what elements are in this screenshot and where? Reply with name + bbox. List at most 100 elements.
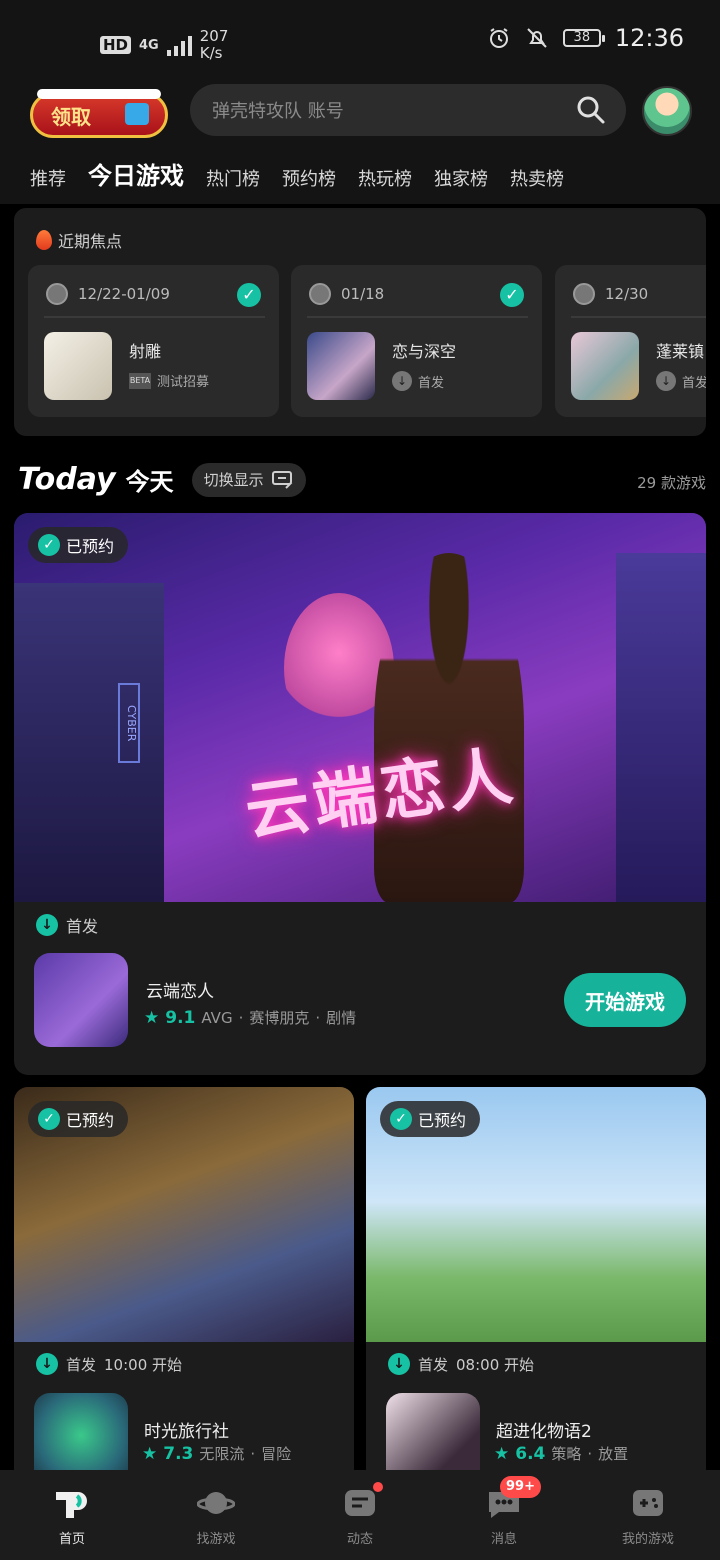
tab-best-seller[interactable]: 热卖榜: [510, 165, 564, 197]
release-label: 首发: [418, 1355, 449, 1374]
header: 领取 弹壳特攻队 账号 推荐 今日游戏 热门榜 预约榜 热玩榜 独家榜 热卖榜: [0, 84, 720, 204]
game-card[interactable]: ✓ 已预约 ↓ 首发 10:00 开始 时光旅行社 ★ 7.3 无限流 · 冒险: [14, 1087, 354, 1487]
reserved-label: 已预约: [66, 1111, 115, 1130]
release-row: ↓ 首发 08:00 开始: [388, 1353, 534, 1375]
search-placeholder: 弹壳特攻队 账号: [212, 101, 344, 122]
search-bar[interactable]: 弹壳特攻队 账号: [190, 84, 626, 136]
check-icon: ✓: [38, 534, 60, 556]
nav-feed[interactable]: 动态: [288, 1470, 432, 1560]
game-count: 29 款游戏: [637, 474, 706, 492]
gamepad-icon: [633, 1490, 663, 1516]
game-card[interactable]: ✓ 已预约 ↓ 首发 08:00 开始 超进化物语2 ★ 6.4 策略 · 放置: [366, 1087, 706, 1487]
divider: [307, 316, 528, 318]
reserved-badge: ✓ 已预约: [28, 1101, 129, 1137]
game-name: 射雕: [129, 342, 162, 361]
notification-dot: [373, 1482, 383, 1492]
mute-bell-icon: [527, 28, 547, 48]
download-icon: ↓: [656, 371, 676, 391]
user-avatar[interactable]: [642, 86, 692, 136]
speed-value: 207: [199, 27, 229, 45]
network-type: 4G: [139, 37, 159, 53]
switch-display-button[interactable]: 切换显示: [191, 462, 306, 497]
star-icon: ★: [144, 1007, 160, 1028]
focus-date: 01/18: [309, 283, 384, 305]
download-icon: ↓: [36, 1353, 58, 1375]
switch-display-label: 切换显示: [203, 471, 264, 489]
game-icon[interactable]: [34, 953, 128, 1047]
focus-title: 近期焦点: [36, 228, 122, 252]
tag-separator: ·: [238, 1008, 244, 1027]
focus-title-text: 近期焦点: [58, 232, 123, 251]
recent-focus-section: 近期焦点 12/22-01/09 ✓ 射雕 BETA 测试招募 01/18 ✓ 恋…: [14, 208, 706, 436]
tab-hot-play[interactable]: 热玩榜: [358, 165, 412, 197]
game-score: 7.3: [163, 1443, 194, 1464]
reserved-label: 已预约: [418, 1111, 467, 1130]
nav-label: 消息: [490, 1532, 517, 1547]
release-row: ↓ 首发 10:00 开始: [36, 1353, 182, 1375]
game-icon: [44, 332, 112, 400]
game-tag: 无限流: [199, 1445, 245, 1463]
star-icon: ★: [494, 1443, 510, 1464]
reserved-label: 已预约: [66, 537, 115, 556]
checked-icon: ✓: [237, 283, 261, 307]
reserved-badge: ✓ 已预约: [380, 1101, 481, 1137]
system-status: 38 12:36: [487, 24, 684, 52]
tag-separator: ·: [250, 1444, 256, 1463]
alarm-icon: [489, 28, 508, 48]
game-tag: ↓ 首发: [392, 371, 444, 391]
check-icon: ✓: [390, 1108, 412, 1130]
game-icon: [307, 332, 375, 400]
building-right: [616, 553, 706, 902]
status-bar: HD 4G 207 K/s 38 12:36: [0, 0, 720, 84]
game-tag: 策略: [551, 1445, 582, 1463]
release-label: 首发: [66, 917, 99, 936]
focus-date-text: 01/18: [341, 285, 385, 303]
tab-today-games[interactable]: 今日游戏: [88, 156, 184, 197]
divider: [44, 316, 265, 318]
network-status: HD 4G 207 K/s: [100, 28, 228, 62]
nav-home[interactable]: 首页: [0, 1470, 144, 1560]
today-title-en: Today: [18, 462, 116, 497]
message-icon: 99+: [485, 1476, 541, 1520]
checked-icon: ✓: [500, 283, 524, 307]
tab-hot[interactable]: 热门榜: [206, 165, 260, 197]
game-meta: ★ 9.1 AVG · 赛博朋克 · 剧情: [144, 1007, 356, 1028]
building-left: [14, 583, 164, 902]
start-game-button[interactable]: 开始游戏: [564, 973, 686, 1027]
nav-messages[interactable]: 99+ 消息: [432, 1470, 576, 1560]
focus-date: 12/30: [573, 283, 648, 305]
tab-recommend[interactable]: 推荐: [30, 165, 66, 197]
nav-label: 动态: [346, 1532, 373, 1547]
switch-icon: [271, 470, 292, 489]
tab-reserve[interactable]: 预约榜: [282, 165, 336, 197]
nav-label: 首页: [58, 1532, 85, 1547]
game-score: 9.1: [165, 1007, 196, 1028]
game-name: 云端恋人: [146, 982, 214, 1002]
fire-icon: [36, 230, 52, 250]
stopwatch-icon: [573, 283, 595, 305]
nav-my-games[interactable]: 我的游戏: [576, 1470, 720, 1560]
speed-unit: K/s: [199, 44, 223, 62]
search-icon[interactable]: [576, 95, 606, 125]
game-tag-text: 首发: [682, 375, 706, 391]
message-count-badge: 99+: [500, 1476, 541, 1498]
star-icon: ★: [142, 1443, 158, 1464]
focus-card[interactable]: 12/30 蓬莱镇 ↓ 首发: [555, 265, 706, 417]
nav-find-games[interactable]: 找游戏: [144, 1470, 288, 1560]
game-score: 6.4: [515, 1443, 546, 1464]
featured-game-card[interactable]: CYBER 云端恋人 ✓ 已预约 ↓ 首发 云端恋人 ★ 9.1 AVG · 赛博朋…: [14, 513, 706, 1075]
home-icon: [56, 1492, 87, 1518]
game-tag-text: 首发: [418, 375, 445, 391]
focus-card[interactable]: 12/22-01/09 ✓ 射雕 BETA 测试招募: [28, 265, 279, 417]
focus-date: 12/22-01/09: [46, 283, 170, 305]
focus-card[interactable]: 01/18 ✓ 恋与深空 ↓ 首发: [291, 265, 542, 417]
gift-claim-button[interactable]: 领取: [30, 89, 168, 138]
feed-icon: [341, 1482, 383, 1520]
tab-exclusive[interactable]: 独家榜: [434, 165, 488, 197]
game-tag: 剧情: [326, 1009, 357, 1027]
stopwatch-icon: [46, 283, 68, 305]
game-tag: AVG: [201, 1008, 233, 1027]
featured-banner[interactable]: CYBER 云端恋人: [14, 513, 706, 902]
release-time: 10:00 开始: [104, 1355, 183, 1374]
reserved-badge: ✓ 已预约: [28, 527, 129, 563]
